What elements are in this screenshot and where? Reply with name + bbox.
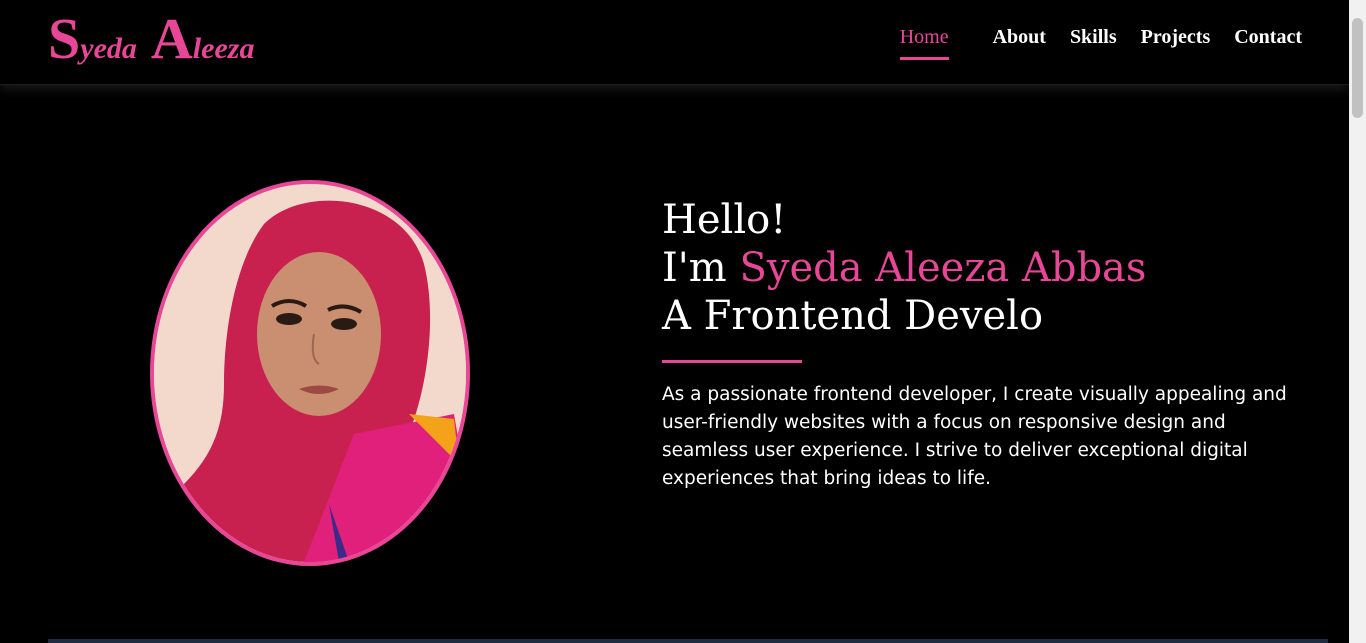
logo-initial-a: A [150,6,193,71]
page: Syeda Aleeza Home About Skills Projects C… [0,0,1349,643]
hero-name: Syeda Aleeza Abbas [739,245,1147,291]
hero-section: Hello! I'm Syeda Aleeza Abbas A Frontend… [662,196,1322,512]
logo-first-rest: yeda [80,32,137,65]
logo-initial-s: S [48,6,81,71]
next-section-edge [48,639,1328,643]
hero-role-typing: A Frontend Develo [662,293,1044,339]
site-header: Syeda Aleeza Home About Skills Projects C… [0,0,1349,85]
main-nav: Home About Skills Projects Contact [899,26,1302,60]
nav-contact[interactable]: Contact [1234,26,1302,60]
nav-skills[interactable]: Skills [1070,26,1117,60]
nav-projects[interactable]: Projects [1141,26,1211,60]
profile-photo [150,180,470,566]
hero-intro-prefix: I'm [662,245,740,291]
nav-home[interactable]: Home [899,26,949,60]
hero-underline [662,360,802,363]
hero-bio: As a passionate frontend developer, I cr… [662,384,1287,489]
logo[interactable]: Syeda Aleeza [48,10,254,68]
profile-photo-illustration [154,184,466,562]
nav-about[interactable]: About [993,26,1046,60]
logo-last-rest: leeza [192,32,255,65]
page-scrollbar[interactable] [1349,0,1366,643]
hero-heading: Hello! I'm Syeda Aleeza Abbas A Frontend… [662,196,1322,340]
scrollbar-thumb[interactable] [1352,18,1363,118]
hero-greeting: Hello! [662,197,787,243]
